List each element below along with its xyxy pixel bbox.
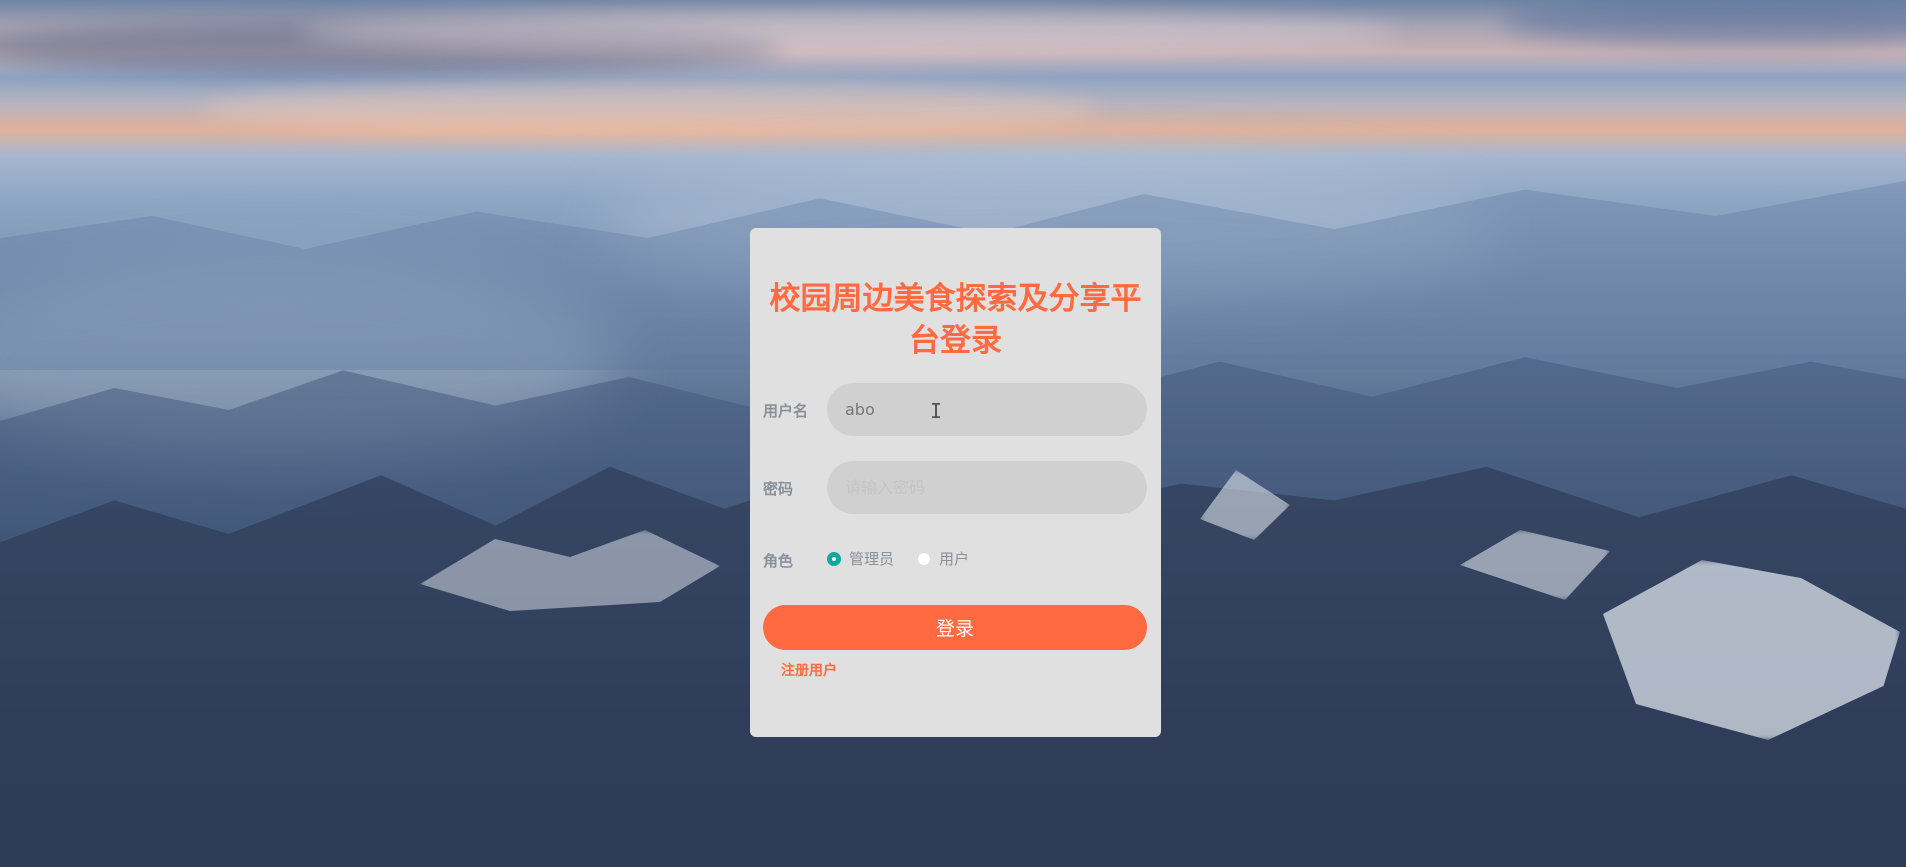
login-panel: 校园周边美食探索及分享平台登录 用户名 密码 角色 管理员 用户 登录 注册用户 (750, 228, 1161, 737)
role-option-label: 用户 (939, 550, 970, 568)
text-cursor-icon: I (930, 399, 943, 423)
login-button[interactable]: 登录 (763, 605, 1147, 650)
register-link[interactable]: 注册用户 (781, 660, 837, 680)
radio-checked-icon[interactable] (827, 551, 841, 566)
radio-unchecked-icon[interactable] (917, 551, 931, 566)
role-option-user[interactable]: 用户 (917, 548, 969, 569)
cloud (200, 80, 1100, 140)
role-option-admin[interactable]: 管理员 (827, 548, 894, 569)
role-label: 角色 (763, 552, 794, 570)
cloud (1500, 0, 1906, 45)
username-input[interactable] (827, 383, 1147, 436)
login-title: 校园周边美食探索及分享平台登录 (769, 281, 1142, 359)
role-option-label: 管理员 (849, 550, 895, 568)
password-input[interactable] (827, 461, 1147, 514)
username-label: 用户名 (763, 402, 809, 420)
cloud (300, 10, 1400, 55)
password-label: 密码 (763, 480, 794, 498)
